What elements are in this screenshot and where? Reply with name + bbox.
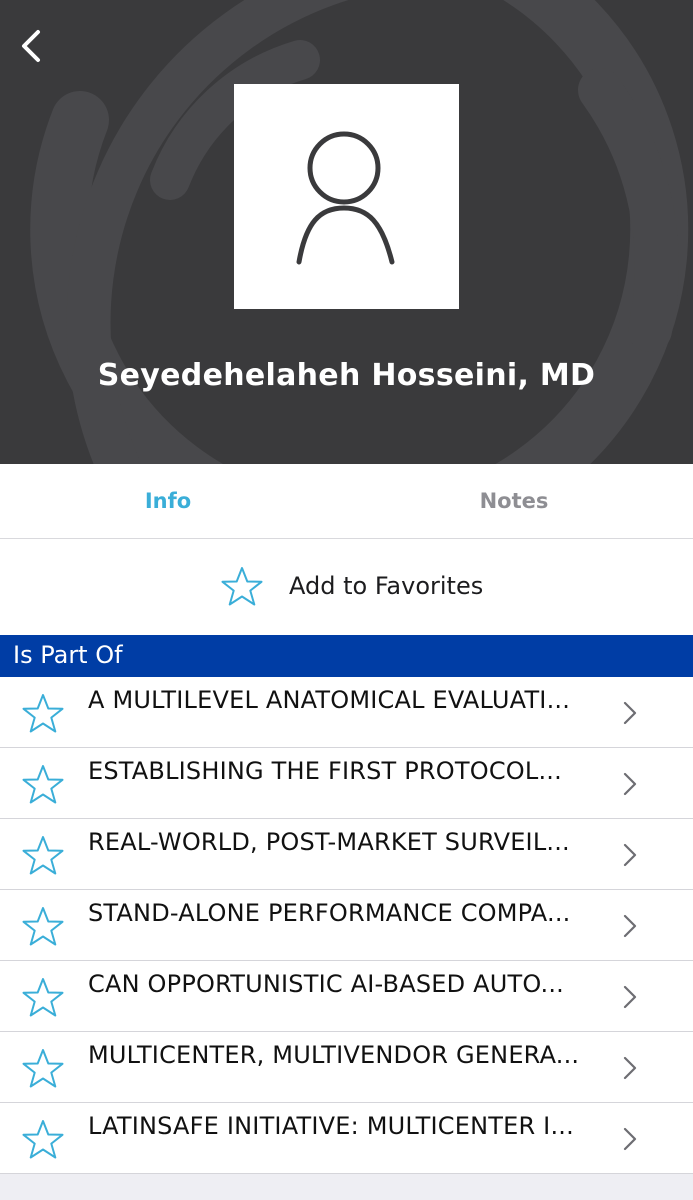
profile-name: Seyedehelaheh Hosseini, MD (97, 358, 596, 393)
chevron-right-icon (623, 985, 637, 1009)
list-item-title: A MULTILEVEL ANATOMICAL EVALUATI... (88, 686, 571, 714)
chevron-left-icon (22, 30, 40, 62)
section-title: Is Part Of (13, 641, 123, 669)
list-item-title: CAN OPPORTUNISTIC AI-BASED AUTO... (88, 970, 564, 998)
star-icon[interactable] (22, 693, 64, 735)
star-icon[interactable] (22, 906, 64, 948)
chevron-right-icon (623, 772, 637, 796)
list-item[interactable]: CAN OPPORTUNISTIC AI-BASED AUTO... (0, 961, 693, 1032)
list-item[interactable]: ESTABLISHING THE FIRST PROTOCOL... (0, 748, 693, 819)
chevron-right-icon (623, 843, 637, 867)
list-item[interactable]: A MULTILEVEL ANATOMICAL EVALUATI... (0, 677, 693, 748)
list-item[interactable]: LATINSAFE INITIATIVE: MULTICENTER I... (0, 1103, 693, 1174)
favorites-label: Add to Favorites (289, 572, 484, 600)
list-item[interactable]: MULTICENTER, MULTIVENDOR GENERA... (0, 1032, 693, 1103)
list-item-title: MULTICENTER, MULTIVENDOR GENERA... (88, 1041, 580, 1069)
back-button[interactable] (14, 26, 50, 66)
add-to-favorites-button[interactable]: Add to Favorites (0, 539, 693, 635)
list-item-title: REAL-WORLD, POST-MARKET SURVEIL... (88, 828, 570, 856)
list-item-title: STAND-ALONE PERFORMANCE COMPA... (88, 899, 571, 927)
profile-header: Seyedehelaheh Hosseini, MD (0, 0, 693, 464)
tab-notes[interactable]: Notes (346, 464, 682, 538)
chevron-right-icon (623, 701, 637, 725)
star-icon[interactable] (22, 977, 64, 1019)
avatar (234, 84, 459, 309)
list-item[interactable]: REAL-WORLD, POST-MARKET SURVEIL... (0, 819, 693, 890)
session-list: A MULTILEVEL ANATOMICAL EVALUATI... ESTA… (0, 677, 693, 1174)
chevron-right-icon (623, 1056, 637, 1080)
section-header: Is Part Of (0, 635, 693, 677)
chevron-right-icon (623, 1127, 637, 1151)
person-icon (296, 131, 395, 265)
star-icon[interactable] (22, 835, 64, 877)
star-icon (221, 567, 263, 606)
list-item-title: LATINSAFE INITIATIVE: MULTICENTER I... (88, 1112, 574, 1140)
chevron-right-icon (623, 914, 637, 938)
star-icon[interactable] (22, 1048, 64, 1090)
list-item[interactable]: STAND-ALONE PERFORMANCE COMPA... (0, 890, 693, 961)
tab-bar: Info Notes (0, 464, 693, 539)
star-icon[interactable] (22, 1119, 64, 1161)
star-icon[interactable] (22, 764, 64, 806)
tab-info[interactable]: Info (0, 464, 336, 538)
list-item-title: ESTABLISHING THE FIRST PROTOCOL... (88, 757, 562, 785)
